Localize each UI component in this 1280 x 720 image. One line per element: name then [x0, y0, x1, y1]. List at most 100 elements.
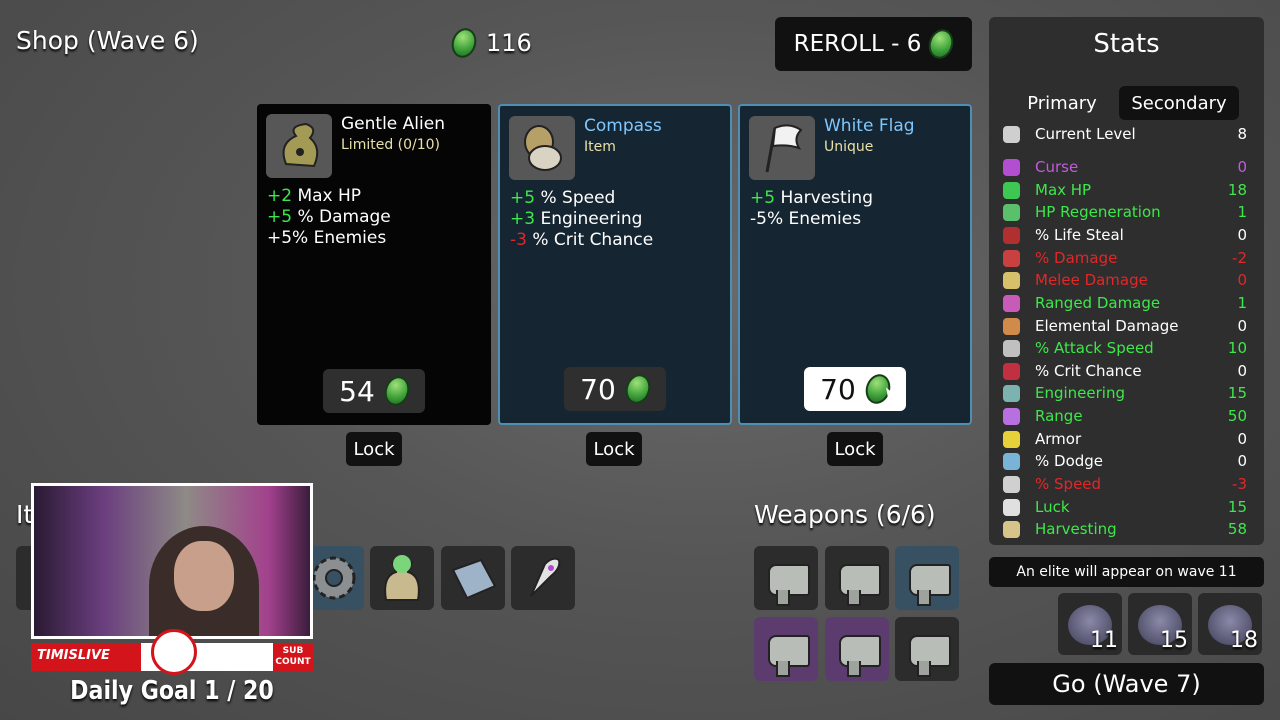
stat-icon	[1003, 340, 1020, 357]
webcam-overlay	[31, 483, 313, 639]
effect-line: +5 % Damage	[267, 207, 391, 227]
gold-display: 116	[447, 25, 532, 61]
shop-card-gentle-alien[interactable]: Gentle Alien Limited (0/10) +2 Max HP +5…	[257, 104, 491, 425]
stat-icon	[1003, 521, 1020, 538]
enemy-wave-number: 11	[1090, 628, 1118, 653]
tab-secondary[interactable]: Secondary	[1119, 86, 1239, 120]
effect-line: +5% Enemies	[267, 228, 387, 248]
stat-icon	[1003, 363, 1020, 380]
price-value: 70	[820, 372, 856, 406]
item-slot[interactable]	[370, 546, 434, 610]
reroll-button[interactable]: REROLL - 6	[775, 17, 972, 71]
weapon-slot[interactable]	[895, 617, 959, 681]
dog-logo-icon	[151, 629, 197, 675]
stat-row: Range 50	[1001, 406, 1251, 428]
weapon-slot[interactable]	[754, 546, 818, 610]
weapons-title: Weapons (6/6)	[754, 500, 936, 529]
stats-title: Stats	[1093, 29, 1160, 59]
stat-value: -3	[1232, 475, 1247, 493]
stat-label: Curse	[1035, 158, 1079, 176]
stat-icon	[1003, 272, 1020, 289]
stat-value: -2	[1232, 249, 1247, 267]
stat-row: % Damage -2	[1001, 248, 1251, 270]
weapon-slot[interactable]	[895, 546, 959, 610]
stat-row: % Attack Speed 10	[1001, 338, 1251, 360]
item-slot[interactable]	[441, 546, 505, 610]
compass-icon	[509, 116, 575, 180]
stat-label: % Speed	[1035, 475, 1102, 493]
reroll-label: REROLL - 6	[793, 31, 922, 57]
stat-label: % Damage	[1035, 249, 1118, 267]
stat-value: 8	[1237, 125, 1247, 143]
shop-card-compass[interactable]: Compass Item +5 % Speed +3 Engineering -…	[498, 104, 732, 425]
stat-label: Elemental Damage	[1035, 317, 1179, 335]
stat-label: Range	[1035, 407, 1083, 425]
stat-row: Elemental Damage 0	[1001, 316, 1251, 338]
stat-icon	[1003, 431, 1020, 448]
effect-line: -5% Enemies	[750, 209, 862, 229]
stat-value: 0	[1237, 430, 1247, 448]
stat-value: 0	[1237, 158, 1247, 176]
shop-title: Shop (Wave 6)	[16, 26, 199, 55]
gold-amount: 116	[486, 29, 532, 57]
weapon-slot[interactable]	[754, 617, 818, 681]
white-flag-icon	[749, 116, 815, 180]
stat-value: 1	[1237, 203, 1247, 221]
stat-icon	[1003, 250, 1020, 267]
material-coin-icon	[380, 373, 413, 409]
material-coin-icon	[925, 26, 958, 62]
stat-icon	[1003, 385, 1020, 402]
material-coin-icon	[447, 25, 481, 61]
item-slot[interactable]	[511, 546, 575, 610]
buy-price-button[interactable]: 70	[564, 367, 666, 411]
stat-row: % Life Steal 0	[1001, 225, 1251, 247]
stat-label: Armor	[1035, 430, 1082, 448]
stat-icon	[1003, 408, 1020, 425]
item-name: Compass	[584, 116, 662, 136]
stat-icon	[1003, 476, 1020, 493]
stat-row: Curse 0	[1001, 157, 1251, 179]
enemy-wave-number: 18	[1230, 628, 1258, 653]
weapon-slot[interactable]	[825, 546, 889, 610]
effect-line: -3 % Crit Chance	[510, 230, 654, 250]
lock-button[interactable]: Lock	[346, 432, 402, 466]
stat-value: 0	[1237, 362, 1247, 380]
weapon-gun-icon	[909, 635, 951, 677]
gentle-alien-icon	[266, 114, 332, 178]
stat-row: Harvesting 58	[1001, 519, 1251, 541]
stat-icon	[1003, 204, 1020, 221]
stat-label: HP Regeneration	[1035, 203, 1161, 221]
weapon-gun-icon	[768, 635, 810, 677]
lock-button[interactable]: Lock	[827, 432, 883, 466]
streamer-face	[174, 541, 234, 611]
stat-row: HP Regeneration 1	[1001, 202, 1251, 224]
weapon-gun-icon	[768, 564, 810, 606]
go-next-wave-button[interactable]: Go (Wave 7)	[989, 663, 1264, 705]
stat-value: 0	[1237, 317, 1247, 335]
stat-value: 15	[1227, 384, 1247, 402]
item-subtitle: Limited (0/10)	[341, 137, 441, 153]
effect-line: +5 % Speed	[510, 188, 616, 208]
price-value: 70	[580, 372, 616, 406]
stat-label: Melee Damage	[1035, 271, 1148, 289]
stats-panel: Stats Primary Secondary Current Level 8 Cu…	[989, 17, 1264, 545]
lock-button[interactable]: Lock	[586, 432, 642, 466]
stat-label: Max HP	[1035, 181, 1092, 199]
enemy-wave-number: 15	[1160, 628, 1188, 653]
elite-notice: An elite will appear on wave 11	[989, 557, 1264, 587]
stat-value: 58	[1227, 520, 1247, 538]
stat-icon	[1003, 295, 1020, 312]
stat-label: Harvesting	[1035, 520, 1117, 538]
stat-row: Current Level 8	[1001, 124, 1251, 146]
buy-price-button[interactable]: 54	[323, 369, 425, 413]
item-effects: +2 Max HP +5 % Damage +5% Enemies	[267, 186, 391, 249]
stat-row: Armor 0	[1001, 429, 1251, 451]
weapon-slot[interactable]	[825, 617, 889, 681]
item-name: Gentle Alien	[341, 114, 445, 134]
streamer-tag: TIMISLIVE	[37, 648, 110, 663]
shop-card-white-flag[interactable]: White Flag Unique +5 Harvesting -5% Enem…	[738, 104, 972, 425]
stat-label: % Attack Speed	[1035, 339, 1154, 357]
stat-icon	[1003, 318, 1020, 335]
tab-primary[interactable]: Primary	[1015, 86, 1109, 120]
enemy-wave-card: 18	[1198, 593, 1262, 655]
